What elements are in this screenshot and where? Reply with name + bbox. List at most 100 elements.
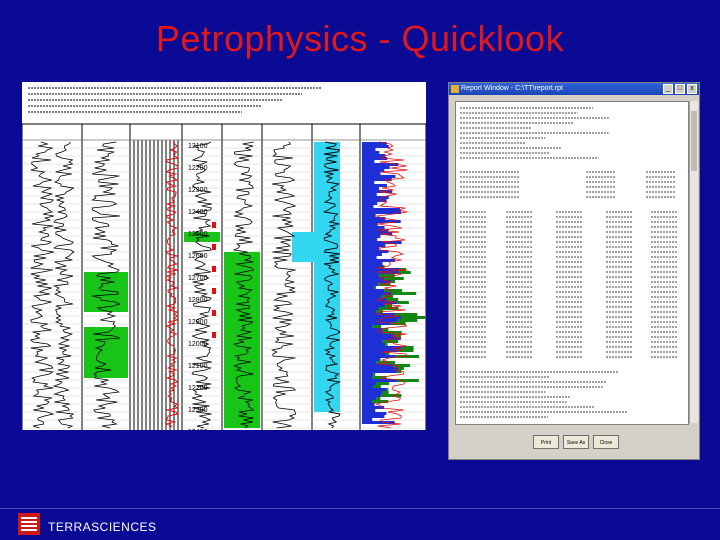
neutron-curve [270, 141, 297, 429]
app-icon [451, 85, 459, 93]
blue-fill-segment [362, 286, 375, 289]
report-window[interactable]: Report Window - C:\TT\report.rpt _ □ x P… [448, 82, 700, 460]
blue-fill-segment [362, 274, 380, 277]
green-fill-segment [384, 289, 403, 292]
blue-fill-segment [362, 235, 381, 238]
log-plot-graphic: 12100 12200 12300 12400 12500 12600 12700 12800… [22, 87, 426, 430]
pay-flag-marker [212, 310, 216, 316]
blue-fill-segment [362, 340, 383, 343]
blue-fill-segment [362, 385, 374, 388]
blue-fill-segment [362, 334, 395, 337]
maximize-button[interactable]: □ [675, 84, 685, 94]
blue-fill-segment [362, 418, 373, 421]
blue-fill-segment [362, 244, 386, 247]
blue-fill-segment [362, 388, 387, 391]
depth-label: 12900 [188, 319, 208, 326]
save-as-button[interactable]: Save As [563, 435, 589, 449]
blue-fill-segment [362, 154, 386, 157]
green-fill-segment [381, 295, 394, 298]
blue-fill-segment [362, 172, 381, 175]
pay-flag-marker [212, 266, 216, 272]
close-button[interactable]: Close [593, 435, 619, 449]
blue-fill-segment [362, 376, 373, 379]
green-fill-segment [398, 367, 405, 370]
green-fill-segment [397, 319, 418, 322]
blue-fill-segment [362, 394, 381, 397]
blue-fill-segment [362, 223, 378, 226]
depth-label: 12200 [188, 165, 208, 172]
depth-label: 12300 [188, 187, 208, 194]
blue-fill-segment [362, 160, 375, 163]
green-fill-segment [391, 280, 396, 283]
green-fill-segment [373, 373, 376, 376]
blue-fill-segment [362, 193, 377, 196]
blue-fill-segment [362, 202, 378, 205]
blue-fill-segment [362, 364, 393, 367]
blue-fill-segment [362, 382, 377, 385]
green-fill-segment [376, 382, 390, 385]
vertical-scrollbar[interactable] [689, 101, 698, 423]
depth-label: 12100 [188, 143, 208, 150]
blue-fill-segment [362, 397, 377, 400]
blue-fill-segment [362, 295, 382, 298]
blue-fill-segment [362, 256, 377, 259]
pay-flag-marker [212, 222, 216, 228]
depth-label: 12400 [188, 209, 208, 216]
green-fill-zone [224, 252, 260, 428]
green-fill-segment [386, 298, 399, 301]
blue-fill-segment [362, 226, 385, 229]
blue-fill-segment [362, 214, 376, 217]
blue-fill-segment [362, 238, 378, 241]
report-window-titlebar[interactable]: Report Window - C:\TT\report.rpt [449, 83, 699, 95]
blue-fill-segment [362, 169, 385, 172]
green-fill-segment [391, 292, 417, 295]
green-fill-segment [379, 274, 395, 277]
depth-label: 12500 [188, 231, 208, 238]
blue-fill-segment [362, 412, 387, 415]
pay-flag-marker [212, 332, 216, 338]
minimize-button[interactable]: _ [663, 84, 673, 94]
blue-fill-segment [362, 358, 380, 361]
cyan-fill-zone [292, 232, 314, 262]
green-fill-segment [386, 388, 389, 391]
blue-fill-segment [362, 184, 387, 187]
blue-fill-segment [362, 247, 379, 250]
blue-fill-segment [362, 370, 397, 373]
slide-title: Petrophysics - Quicklook [155, 18, 565, 59]
depth-label: 12600 [188, 253, 208, 260]
depth-label: 12000 [188, 341, 208, 348]
blue-fill-segment [362, 283, 379, 286]
blue-fill-segment [362, 391, 383, 394]
green-fill-segment [401, 316, 426, 319]
blue-fill-segment [362, 349, 399, 352]
scrollbar-thumb[interactable] [691, 111, 697, 171]
green-fill-segment [373, 385, 381, 388]
blue-fill-segment [362, 187, 380, 190]
blue-fill-segment [362, 304, 386, 307]
log-plot-panel: 12100 12200 12300 12400 12500 12600 12700 12800… [22, 82, 426, 430]
pay-flag-marker [212, 244, 216, 250]
blue-fill-segment [362, 343, 386, 346]
green-fill-segment [376, 397, 381, 400]
blue-fill-segment [362, 148, 376, 151]
green-fill-zone [84, 272, 128, 312]
depth-label: 12400 [188, 429, 208, 430]
blue-fill-segment [362, 310, 376, 313]
print-button[interactable]: Print [533, 435, 559, 449]
blue-fill-segment [362, 181, 375, 184]
green-fill-segment [397, 301, 409, 304]
footer-brand: TERRASCIENCES [48, 520, 157, 534]
blue-fill-segment [362, 406, 385, 409]
green-fill-segment [372, 325, 382, 328]
depth-label: 12200 [188, 385, 208, 392]
green-fill-segment [374, 286, 376, 289]
blue-fill-segment [362, 145, 389, 148]
green-fill-segment [382, 391, 389, 394]
blue-fill-segment [362, 325, 373, 328]
sp-curve [164, 141, 180, 429]
report-text-area[interactable] [455, 101, 689, 425]
blue-fill-segment [362, 400, 373, 403]
report-window-title: Report Window - C:\TT\report.rpt [461, 85, 563, 92]
blue-fill-segment [362, 403, 375, 406]
close-window-button[interactable]: x [687, 84, 697, 94]
